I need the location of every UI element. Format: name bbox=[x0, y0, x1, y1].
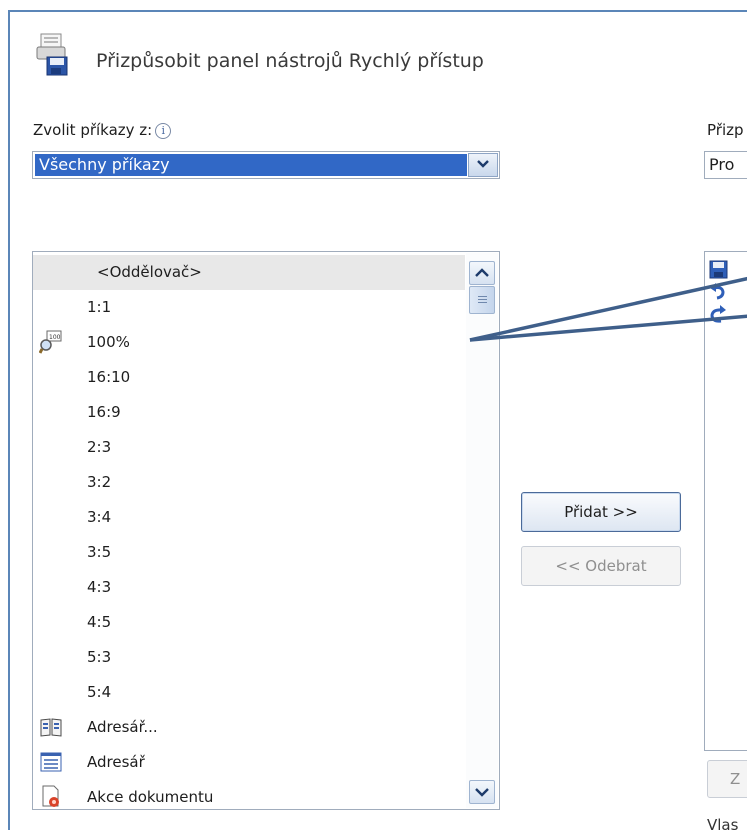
chevron-down-icon[interactable] bbox=[468, 153, 498, 177]
list-item-label: 1:1 bbox=[87, 298, 112, 316]
customize-for-dropdown[interactable]: Pro bbox=[704, 151, 747, 179]
list-item[interactable]: 16:10 bbox=[33, 360, 465, 395]
add-button[interactable]: Přidat >> bbox=[521, 492, 681, 532]
list-item[interactable]: 16:9 bbox=[33, 395, 465, 430]
list-item[interactable]: 3:5 bbox=[33, 535, 465, 570]
list-item-label: 3:4 bbox=[87, 508, 112, 526]
list-item-label: 4:5 bbox=[87, 613, 112, 631]
svg-text:100: 100 bbox=[49, 334, 61, 341]
list-item-label: <Oddělovač> bbox=[97, 263, 202, 281]
right-panel-footer-label: Vlas bbox=[707, 816, 739, 834]
remove-button[interactable]: << Odebrat bbox=[521, 546, 681, 586]
list-item-label: 16:9 bbox=[87, 403, 121, 421]
list-item[interactable]: 5:4 bbox=[33, 675, 465, 710]
list-item[interactable]: <Oddělovač> bbox=[33, 255, 465, 290]
choose-commands-label: Zvolit příkazy z: i bbox=[33, 121, 172, 139]
redo-icon bbox=[708, 304, 732, 326]
list-item-label: 100% bbox=[87, 333, 130, 351]
dialog-left-border bbox=[8, 10, 10, 830]
choose-commands-dropdown[interactable]: Všechny příkazy bbox=[32, 151, 500, 179]
info-icon[interactable]: i bbox=[155, 123, 172, 139]
list-item[interactable]: 1:1 bbox=[33, 290, 465, 325]
scroll-down-button[interactable] bbox=[469, 780, 495, 804]
list-item-label: 5:3 bbox=[87, 648, 112, 666]
list-item[interactable]: Adresář... bbox=[33, 710, 465, 745]
list-item-label: 5:4 bbox=[87, 683, 112, 701]
customize-toolbar-label: Přizp bbox=[707, 121, 744, 139]
scroll-thumb[interactable] bbox=[469, 286, 495, 314]
dialog-title: Přizpůsobit panel nástrojů Rychlý přístu… bbox=[96, 50, 484, 72]
grip-line bbox=[478, 302, 487, 303]
choose-commands-text: Zvolit příkazy z: bbox=[33, 121, 153, 139]
list-item-label: Adresář... bbox=[87, 718, 158, 736]
toolbar-commands-listbox[interactable] bbox=[704, 251, 747, 751]
list-item-label: 3:5 bbox=[87, 543, 112, 561]
list-item[interactable]: 2:3 bbox=[33, 430, 465, 465]
list-item[interactable]: 5:3 bbox=[33, 640, 465, 675]
address-book-icon bbox=[39, 715, 63, 739]
commands-listbox[interactable]: <Oddělovač> 1:1 100 100% 16:10 16:9 2:3 3:2 3:4 3… bbox=[32, 251, 500, 810]
list-item-label: 4:3 bbox=[87, 578, 112, 596]
list-item[interactable]: Akce dokumentu bbox=[33, 780, 465, 809]
dialog-top-border bbox=[8, 10, 747, 12]
grip-line bbox=[478, 296, 487, 297]
quick-access-toolbar-icon bbox=[35, 33, 71, 77]
list-item[interactable]: Adresář bbox=[33, 745, 465, 780]
list-item-label: 2:3 bbox=[87, 438, 112, 456]
list-item[interactable]: 3:4 bbox=[33, 500, 465, 535]
list-item[interactable]: 100 100% bbox=[33, 325, 465, 360]
grip-line bbox=[478, 299, 487, 300]
zoom-100-icon: 100 bbox=[38, 330, 63, 354]
list-item-label: Adresář bbox=[87, 753, 145, 771]
list-item[interactable]: 4:5 bbox=[33, 605, 465, 640]
document-actions-icon bbox=[39, 785, 63, 809]
list-item-label: 3:2 bbox=[87, 473, 112, 491]
dropdown-selected-value: Všechny příkazy bbox=[35, 154, 467, 176]
scroll-up-button[interactable] bbox=[469, 261, 495, 285]
save-icon bbox=[708, 259, 732, 281]
list-item[interactable]: 3:2 bbox=[33, 465, 465, 500]
right-panel-button[interactable]: Z bbox=[707, 760, 747, 798]
undo-icon bbox=[708, 280, 732, 302]
list-item[interactable]: 4:3 bbox=[33, 570, 465, 605]
list-icon bbox=[39, 750, 63, 774]
list-item-label: 16:10 bbox=[87, 368, 131, 386]
list-item-label: Akce dokumentu bbox=[87, 788, 214, 806]
commands-scrollbar[interactable] bbox=[466, 253, 498, 808]
